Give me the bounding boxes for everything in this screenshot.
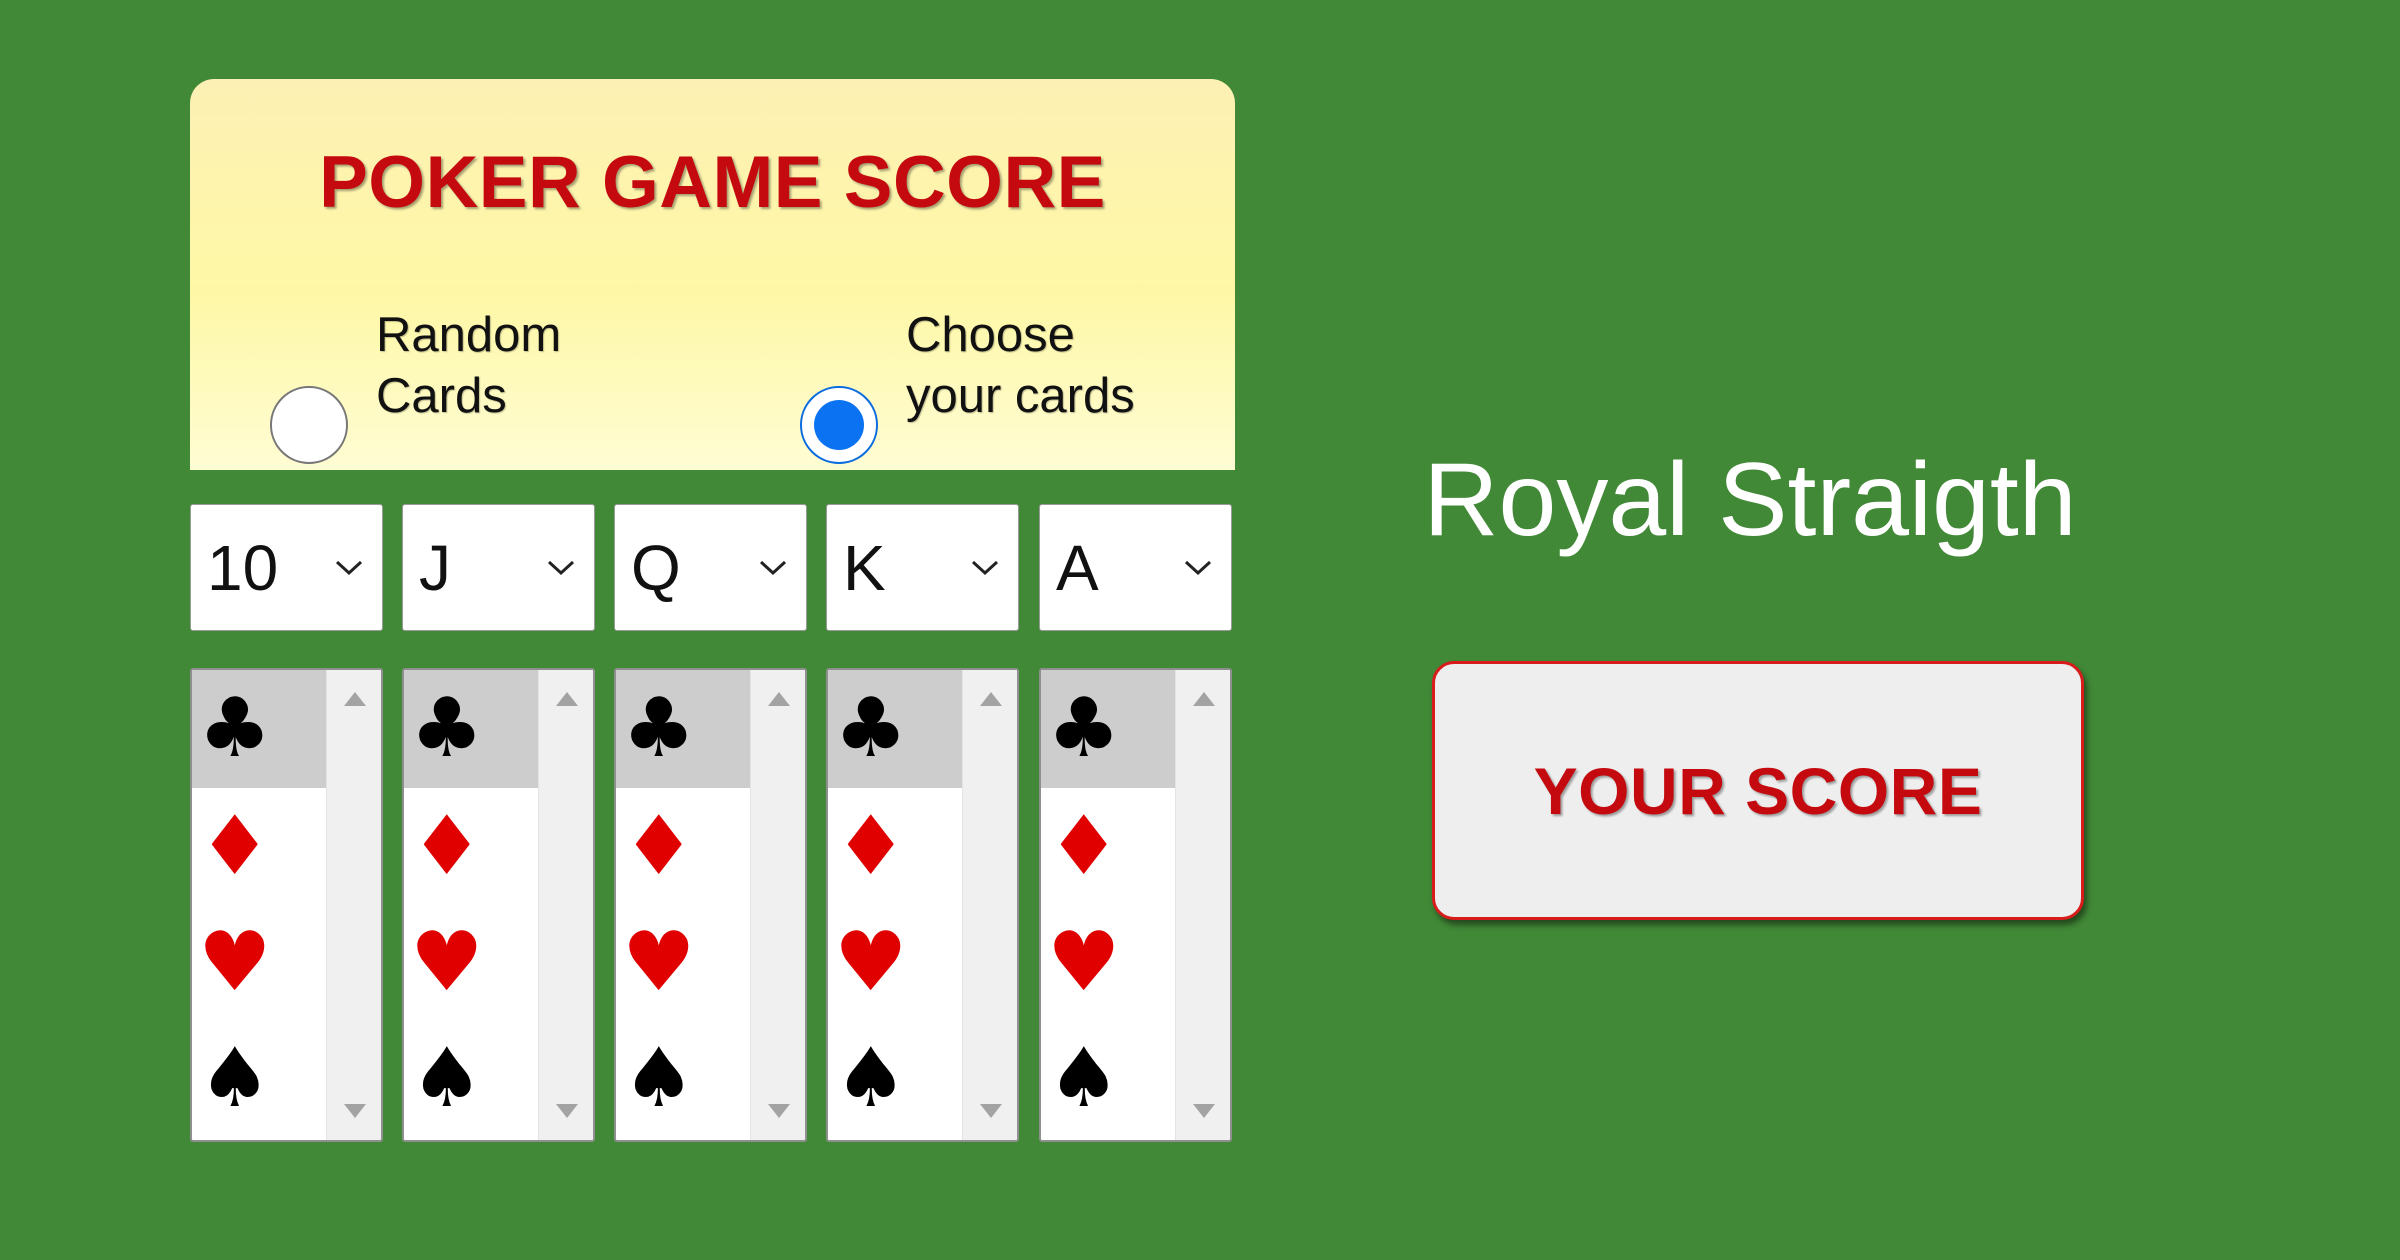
suit-option-clubs[interactable]: ♣	[616, 670, 750, 788]
page-title: POKER GAME SCORE	[319, 142, 1106, 223]
suit-option-diamonds[interactable]: ♦	[192, 788, 326, 906]
scroll-up-arrow-icon[interactable]	[1193, 692, 1215, 706]
suit-option-hearts[interactable]: ♥	[192, 904, 326, 1022]
suit-option-hearts[interactable]: ♥	[828, 904, 962, 1022]
random-cards-label-line1: Random	[376, 308, 562, 362]
suit-option-spades[interactable]: ♠	[616, 1020, 750, 1138]
suit-option-hearts[interactable]: ♥	[1041, 904, 1175, 1022]
header-panel: POKER GAME SCORE Random Cards Choose you…	[190, 79, 1235, 470]
choose-cards-option[interactable]: Choose your cards	[800, 305, 1135, 464]
choose-cards-label[interactable]: Choose your cards	[906, 305, 1135, 427]
rank-select-value: J	[419, 532, 451, 604]
random-cards-radio[interactable]	[270, 386, 348, 464]
hand-result: Royal Straigth	[1423, 442, 2077, 558]
suit-option-clubs[interactable]: ♣	[828, 670, 962, 788]
scrollbar[interactable]	[1175, 670, 1230, 1140]
suit-option-diamonds[interactable]: ♦	[616, 788, 750, 906]
chevron-down-icon	[759, 560, 787, 576]
rank-select-2[interactable]: J	[402, 504, 595, 631]
suit-option-diamonds[interactable]: ♦	[1041, 788, 1175, 906]
suit-option-clubs[interactable]: ♣	[192, 670, 326, 788]
suit-option-clubs[interactable]: ♣	[404, 670, 538, 788]
suit-option-spades[interactable]: ♠	[828, 1020, 962, 1138]
rank-select-5[interactable]: A	[1039, 504, 1232, 631]
rank-select-1[interactable]: 10	[190, 504, 383, 631]
scrollbar[interactable]	[326, 670, 381, 1140]
scroll-down-arrow-icon[interactable]	[980, 1104, 1002, 1118]
scrollbar[interactable]	[750, 670, 805, 1140]
scrollbar[interactable]	[962, 670, 1017, 1140]
suit-option-diamonds[interactable]: ♦	[404, 788, 538, 906]
scroll-down-arrow-icon[interactable]	[556, 1104, 578, 1118]
suit-option-hearts[interactable]: ♥	[616, 904, 750, 1022]
rank-select-3[interactable]: Q	[614, 504, 807, 631]
rank-select-4[interactable]: K	[826, 504, 1019, 631]
rank-select-value: 10	[207, 532, 279, 604]
suit-listbox-1[interactable]: ♣ ♦ ♥ ♠	[190, 668, 383, 1142]
choose-cards-label-line1: Choose	[906, 308, 1075, 362]
scroll-down-arrow-icon[interactable]	[344, 1104, 366, 1118]
choose-cards-radio[interactable]	[800, 386, 878, 464]
chevron-down-icon	[335, 560, 363, 576]
scroll-up-arrow-icon[interactable]	[556, 692, 578, 706]
scrollbar[interactable]	[538, 670, 593, 1140]
chevron-down-icon	[1184, 560, 1212, 576]
suit-option-spades[interactable]: ♠	[192, 1020, 326, 1138]
suit-listbox-5[interactable]: ♣ ♦ ♥ ♠	[1039, 668, 1232, 1142]
random-cards-label[interactable]: Random Cards	[376, 305, 561, 427]
suit-listbox-2[interactable]: ♣ ♦ ♥ ♠	[402, 668, 595, 1142]
scroll-up-arrow-icon[interactable]	[980, 692, 1002, 706]
rank-select-value: K	[843, 532, 886, 604]
poker-app: POKER GAME SCORE Random Cards Choose you…	[0, 0, 2400, 1260]
suit-option-hearts[interactable]: ♥	[404, 904, 538, 1022]
scroll-up-arrow-icon[interactable]	[768, 692, 790, 706]
scroll-up-arrow-icon[interactable]	[344, 692, 366, 706]
rank-select-value: A	[1056, 532, 1099, 604]
your-score-button-label: YOUR SCORE	[1533, 753, 1983, 828]
suit-option-spades[interactable]: ♠	[404, 1020, 538, 1138]
chevron-down-icon	[971, 560, 999, 576]
choose-cards-label-line2: your cards	[906, 369, 1135, 423]
suit-option-diamonds[interactable]: ♦	[828, 788, 962, 906]
suit-option-clubs[interactable]: ♣	[1041, 670, 1175, 788]
random-cards-option[interactable]: Random Cards	[270, 305, 561, 464]
chevron-down-icon	[547, 560, 575, 576]
your-score-button[interactable]: YOUR SCORE	[1432, 661, 2084, 920]
random-cards-label-line2: Cards	[376, 369, 507, 423]
suit-listbox-3[interactable]: ♣ ♦ ♥ ♠	[614, 668, 807, 1142]
suit-listbox-4[interactable]: ♣ ♦ ♥ ♠	[826, 668, 1019, 1142]
scroll-down-arrow-icon[interactable]	[1193, 1104, 1215, 1118]
rank-select-value: Q	[631, 532, 681, 604]
scroll-down-arrow-icon[interactable]	[768, 1104, 790, 1118]
suit-option-spades[interactable]: ♠	[1041, 1020, 1175, 1138]
